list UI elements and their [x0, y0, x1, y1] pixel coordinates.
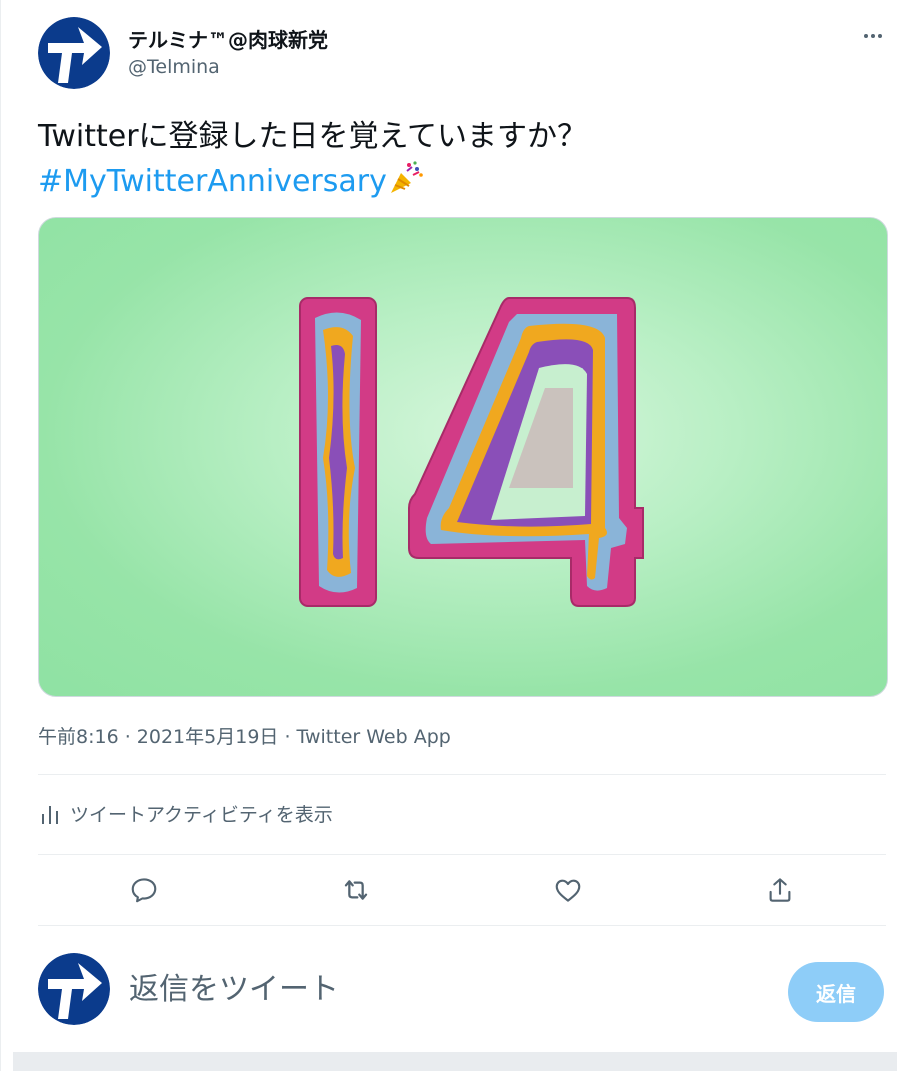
numeral-one	[299, 297, 377, 607]
tweet-text: Twitterに登録した日を覚えていますか？ #MyTwitterAnnivers…	[38, 115, 638, 204]
more-options-button[interactable]	[853, 20, 893, 52]
retweet-icon	[344, 880, 368, 900]
bar-chart-icon	[42, 805, 58, 824]
tweet-body: Twitterに登録した日を覚えていますか？	[38, 119, 588, 154]
more-icon	[864, 34, 882, 38]
tweet-image[interactable]	[38, 217, 888, 697]
reply-button[interactable]	[124, 870, 164, 910]
telmina-logo-icon	[38, 17, 110, 89]
activity-label: ツイートアクティビティを表示	[70, 804, 333, 826]
reply-input[interactable]	[129, 972, 729, 1007]
share-icon	[769, 878, 791, 902]
divider	[38, 854, 886, 855]
author-display-name[interactable]: テルミナ™@肉球新党	[128, 24, 328, 53]
tweet-activity-link[interactable]: ツイートアクティビティを表示	[38, 800, 333, 827]
divider	[38, 774, 886, 775]
tweet-detail-page: テルミナ™@肉球新党 @Telmina Twitterに登録した日を覚えています…	[0, 0, 897, 1071]
reply-icon	[131, 878, 157, 903]
author-avatar[interactable]	[38, 17, 110, 89]
like-button[interactable]	[548, 870, 588, 910]
share-button[interactable]	[760, 870, 800, 910]
telmina-logo-icon	[38, 953, 110, 1025]
heart-icon	[555, 879, 581, 902]
anniversary-14-image	[299, 297, 644, 607]
page-footer-strip	[13, 1052, 897, 1071]
reply-submit-button[interactable]: 返信	[788, 962, 884, 1022]
current-user-avatar[interactable]	[38, 953, 110, 1025]
numeral-four	[408, 297, 644, 607]
author-handle[interactable]: @Telmina	[128, 56, 220, 78]
tweet-action-bar	[38, 862, 886, 918]
hashtag-link[interactable]: #MyTwitterAnniversary	[38, 164, 387, 199]
party-popper-icon	[387, 159, 425, 197]
tweet-timestamp[interactable]: 午前8:16 · 2021年5月19日 · Twitter Web App	[38, 722, 451, 749]
divider	[38, 925, 886, 926]
retweet-button[interactable]	[336, 870, 376, 910]
